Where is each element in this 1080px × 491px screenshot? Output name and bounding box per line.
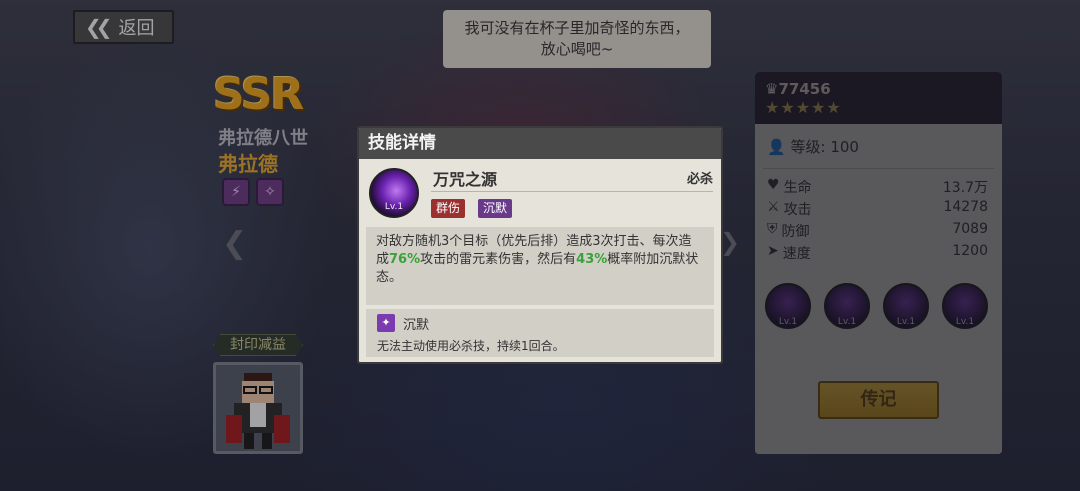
skill-level-label: Lv.1 (384, 202, 404, 212)
tag-aoe: 群伤 (431, 199, 466, 218)
silence-icon: ✦ (377, 314, 395, 332)
skill-icon: Lv.1 (369, 168, 419, 218)
skill-header: Lv.1 万咒之源 必杀 群伤 沉默 (369, 166, 713, 224)
damage-percent: 76% (389, 252, 421, 267)
status-effect: ✦ 沉默 无法主动使用必杀技，持续1回合。 (366, 309, 714, 357)
effect-name: 沉默 (403, 318, 430, 333)
description-text: 攻击的雷元素伤害，然后有 (420, 252, 577, 267)
modal-title: 技能详情 (359, 128, 721, 159)
skill-type: 必杀 (686, 172, 713, 187)
effect-description: 无法主动使用必杀技，持续1回合。 (377, 339, 565, 353)
divider (431, 191, 713, 192)
tag-silence: 沉默 (478, 199, 513, 218)
skill-detail-modal: 技能详情 Lv.1 万咒之源 必杀 群伤 沉默 对敌方随机3个目标（优先后排）造… (357, 126, 723, 364)
skill-name: 万咒之源 (433, 170, 498, 189)
skill-description: 对敌方随机3个目标（优先后排）造成3次打击、每次造成76%攻击的雷元素伤害，然后… (366, 227, 714, 305)
chance-percent: 43% (576, 252, 608, 267)
